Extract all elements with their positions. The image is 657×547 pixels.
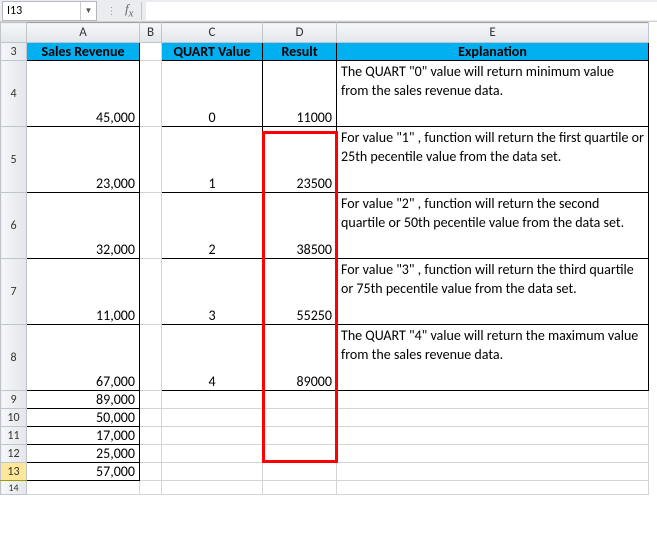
formula-input[interactable] — [146, 2, 657, 20]
spreadsheet-grid[interactable]: A B C D E 3 Sales Revenue QUART Value Re… — [0, 22, 657, 495]
cell-result[interactable]: 23500 — [263, 127, 337, 193]
cell[interactable] — [337, 391, 649, 409]
cell[interactable] — [263, 481, 337, 495]
cell-sales[interactable]: 89,000 — [27, 391, 140, 409]
cell-sales[interactable]: 25,000 — [27, 445, 140, 463]
cell[interactable] — [263, 463, 337, 481]
row-header[interactable]: 9 — [1, 391, 27, 409]
cell[interactable] — [162, 445, 263, 463]
row-header[interactable]: 7 — [1, 259, 27, 325]
header-explanation[interactable]: Explanation — [337, 43, 649, 61]
cell[interactable] — [140, 127, 162, 193]
cell[interactable] — [337, 427, 649, 445]
cell-sales[interactable]: 17,000 — [27, 427, 140, 445]
select-all-corner[interactable] — [1, 23, 27, 43]
cell-sales[interactable]: 23,000 — [27, 127, 140, 193]
cell[interactable] — [263, 445, 337, 463]
cell-sales[interactable]: 50,000 — [27, 409, 140, 427]
cell[interactable] — [162, 427, 263, 445]
handle-dots-icon: ⋮ — [103, 4, 121, 17]
cell[interactable] — [140, 481, 162, 495]
row-header[interactable]: 13 — [1, 463, 27, 481]
cell-explain[interactable]: The QUART "0" value will return minimum … — [337, 61, 649, 127]
cell[interactable] — [27, 481, 140, 495]
cell[interactable] — [140, 43, 162, 61]
name-box-dropdown-icon[interactable]: ▼ — [80, 2, 96, 20]
cell-quart[interactable]: 3 — [162, 259, 263, 325]
cell-explain[interactable]: For value "3" , function will return the… — [337, 259, 649, 325]
cell[interactable] — [162, 409, 263, 427]
cell[interactable] — [140, 463, 162, 481]
cell-quart[interactable]: 2 — [162, 193, 263, 259]
col-header-A[interactable]: A — [27, 23, 140, 43]
cell-sales[interactable]: 67,000 — [27, 325, 140, 391]
name-box[interactable]: I13 ▼ — [2, 1, 97, 21]
cell-sales[interactable]: 32,000 — [27, 193, 140, 259]
cell[interactable] — [162, 481, 263, 495]
cell[interactable] — [140, 193, 162, 259]
header-quart[interactable]: QUART Value — [162, 43, 263, 61]
cell[interactable] — [263, 409, 337, 427]
cell-result[interactable]: 55250 — [263, 259, 337, 325]
cell[interactable] — [140, 445, 162, 463]
header-result[interactable]: Result — [263, 43, 337, 61]
cell-explain[interactable]: For value "1" , function will return the… — [337, 127, 649, 193]
cell[interactable] — [140, 391, 162, 409]
header-sales[interactable]: Sales Revenue — [27, 43, 140, 61]
cell[interactable] — [337, 409, 649, 427]
cell[interactable] — [140, 427, 162, 445]
cell[interactable] — [140, 409, 162, 427]
row-header[interactable]: 11 — [1, 427, 27, 445]
cell-sales[interactable]: 11,000 — [27, 259, 140, 325]
cell[interactable] — [337, 445, 649, 463]
cell[interactable] — [263, 427, 337, 445]
row-header[interactable]: 5 — [1, 127, 27, 193]
row-header[interactable]: 10 — [1, 409, 27, 427]
col-header-D[interactable]: D — [263, 23, 337, 43]
row-header[interactable]: 6 — [1, 193, 27, 259]
cell[interactable] — [140, 259, 162, 325]
row-header[interactable]: 8 — [1, 325, 27, 391]
cell-sales[interactable]: 45,000 — [27, 61, 140, 127]
cell[interactable] — [162, 391, 263, 409]
cell[interactable] — [337, 463, 649, 481]
row-header[interactable]: 4 — [1, 61, 27, 127]
cell-result[interactable]: 11000 — [263, 61, 337, 127]
cell[interactable] — [162, 463, 263, 481]
col-header-E[interactable]: E — [337, 23, 649, 43]
cell[interactable] — [140, 61, 162, 127]
name-box-value: I13 — [7, 4, 22, 18]
formula-bar: I13 ▼ ⋮ fx — [0, 0, 657, 22]
cell-result[interactable]: 89000 — [263, 325, 337, 391]
row-header[interactable]: 14 — [1, 481, 27, 495]
col-header-C[interactable]: C — [162, 23, 263, 43]
cell[interactable] — [337, 481, 649, 495]
cell-result[interactable]: 38500 — [263, 193, 337, 259]
fx-icon[interactable]: fx — [125, 1, 133, 20]
cell-quart[interactable]: 4 — [162, 325, 263, 391]
cell[interactable] — [263, 391, 337, 409]
cell-quart[interactable]: 0 — [162, 61, 263, 127]
col-header-B[interactable]: B — [140, 23, 162, 43]
cell[interactable] — [140, 325, 162, 391]
cell-explain[interactable]: The QUART "4" value will return the maxi… — [337, 325, 649, 391]
cell-quart[interactable]: 1 — [162, 127, 263, 193]
cell-sales[interactable]: 57,000 — [27, 463, 140, 481]
row-header[interactable]: 12 — [1, 445, 27, 463]
row-header[interactable]: 3 — [1, 43, 27, 61]
cell-explain[interactable]: For value "2" , function will return the… — [337, 193, 649, 259]
